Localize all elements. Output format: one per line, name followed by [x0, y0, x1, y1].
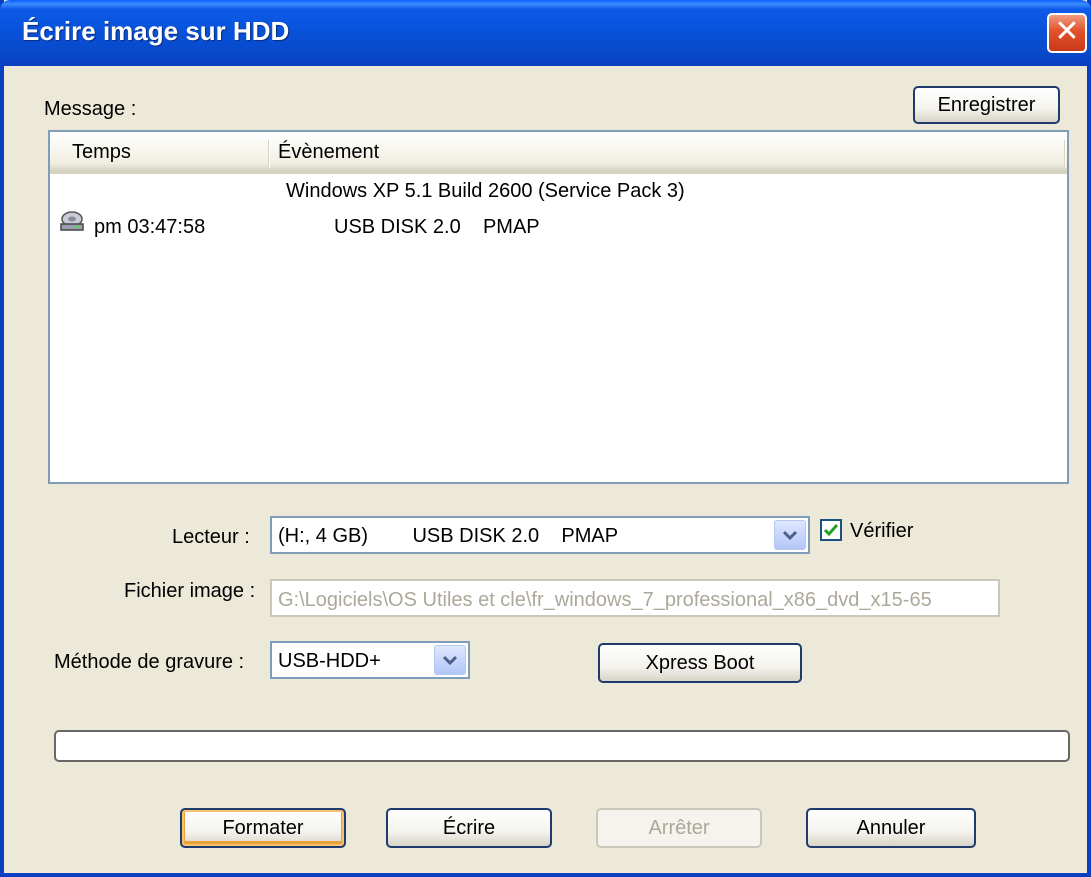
column-time[interactable]: Temps: [72, 141, 131, 164]
title-bar[interactable]: Écrire image sur HDD ✕: [0, 0, 1091, 66]
verify-checkbox[interactable]: [820, 519, 842, 541]
save-log-button[interactable]: Enregistrer: [913, 86, 1060, 124]
message-label: Message :: [44, 98, 137, 120]
xpress-boot-button[interactable]: Xpress Boot: [598, 643, 802, 683]
event-text: Windows XP 5.1 Build 2600 (Service Pack …: [286, 180, 685, 202]
image-file-label: Fichier image :: [124, 580, 256, 602]
chevron-down-icon: [443, 655, 457, 665]
drive-select-value: (H:, 4 GB) USB DISK 2.0 PMAP: [278, 525, 619, 547]
verify-label[interactable]: Vérifier: [850, 520, 913, 543]
close-icon: ✕: [1054, 15, 1080, 48]
message-list-header: Temps Évènement: [50, 132, 1067, 174]
check-icon: [823, 524, 839, 537]
progress-bar: [54, 730, 1070, 762]
cancel-button[interactable]: Annuler: [806, 808, 976, 848]
write-method-select[interactable]: USB-HDD+: [270, 641, 470, 679]
column-divider[interactable]: [1064, 140, 1066, 168]
drive-label: Lecteur :: [172, 526, 250, 548]
dropdown-button[interactable]: [774, 520, 806, 550]
drive-select[interactable]: (H:, 4 GB) USB DISK 2.0 PMAP: [270, 516, 810, 554]
write-button[interactable]: Écrire: [386, 808, 552, 848]
write-method-value: USB-HDD+: [278, 650, 381, 672]
image-file-path: G:\Logiciels\OS Utiles et cle\fr_windows…: [278, 589, 932, 611]
image-file-field: G:\Logiciels\OS Utiles et cle\fr_windows…: [270, 579, 1000, 617]
event-time: pm 03:47:58: [94, 216, 206, 238]
close-button[interactable]: ✕: [1047, 13, 1087, 53]
dropdown-button[interactable]: [434, 645, 466, 675]
format-button[interactable]: Formater: [180, 808, 346, 848]
write-method-label: Méthode de gravure :: [54, 651, 245, 673]
event-text: USB DISK 2.0 PMAP: [334, 216, 540, 238]
message-list[interactable]: Temps Évènement Windows XP 5.1 Build 260…: [48, 130, 1069, 484]
chevron-down-icon: [783, 530, 797, 540]
dialog-window: Écrire image sur HDD ✕ Message : Enregis…: [0, 0, 1091, 877]
column-divider[interactable]: [268, 140, 270, 168]
disk-drive-icon: [58, 210, 86, 242]
window-title: Écrire image sur HDD: [22, 16, 290, 46]
stop-button[interactable]: Arrêter: [596, 808, 762, 848]
column-event[interactable]: Évènement: [278, 141, 379, 164]
